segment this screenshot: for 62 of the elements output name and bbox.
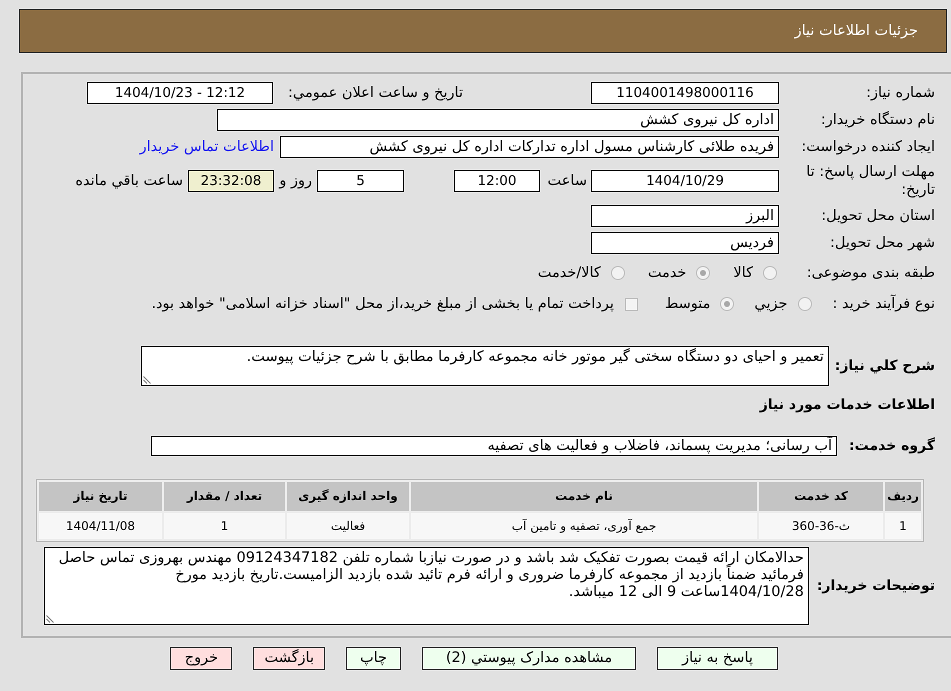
radio-button[interactable] xyxy=(720,297,734,312)
field-label: طبقه بندی موضوعی: xyxy=(806,264,935,282)
exit-button[interactable]: خروج xyxy=(170,647,232,670)
field-label: ایجاد کننده درخواست: xyxy=(800,138,935,156)
buyer-org-field[interactable]: اداره کل نیروی کشش xyxy=(217,109,779,131)
table-cell: 1 xyxy=(164,513,285,540)
buyer-notes-field[interactable]: حدالامکان ارائه قیمت بصورت تفکیک شد باشد و در صورت نیازبا شماره تلفن 09124347182 مهندس بهروزی تماس حاصل فرمائید ضمناً بازدید از مجموعه کارفرما ضروری و ارائه فرم تائید شده بازدید الزامیست.تاریخ بازدید مورخ 1404/10/28ساعت 9 الی 12 میباشد. xyxy=(44,547,809,626)
deadline-date-field[interactable]: 1404/10/29 xyxy=(591,170,779,192)
province-field[interactable]: البرز xyxy=(591,205,779,228)
table-cell: ث-36-360 xyxy=(759,513,883,540)
field-label: ساعت باقي مانده xyxy=(75,172,183,190)
buyer-contact-link[interactable]: اطلاعات تماس خریدار xyxy=(140,138,274,156)
column-header: نام خدمت xyxy=(411,482,757,512)
radio-button[interactable] xyxy=(696,266,710,280)
column-header: واحد اندازه گیری xyxy=(287,482,409,512)
checkbox-label: پرداخت تمام یا بخشی از مبلغ خرید،از محل "اسناد خزانه اسلامی" خواهد بود. xyxy=(151,295,614,314)
radio-button[interactable] xyxy=(763,266,777,280)
table-cell: جمع آوری، تصفیه و تامین آب xyxy=(411,513,757,540)
need-number-field[interactable]: 1104001498000116 xyxy=(591,82,779,104)
option-label: جزيي xyxy=(754,295,788,314)
days-left-field[interactable]: 5 xyxy=(317,170,404,192)
option-label: خدمت xyxy=(648,264,686,282)
table-cell: 1 xyxy=(885,513,921,540)
checkbox[interactable] xyxy=(624,298,638,311)
option-label: کالا xyxy=(733,264,753,282)
field-label: استان محل تحویل: xyxy=(820,207,935,226)
section-heading: اطلاعات خدمات مورد نیاز xyxy=(760,397,935,414)
field-label: شماره نیاز: xyxy=(865,84,935,102)
field-label: ساعت xyxy=(546,172,588,190)
field-label: گروه خدمت: xyxy=(849,438,935,455)
city-field[interactable]: فردیس xyxy=(591,232,779,254)
time-left-field[interactable]: 23:32:08 xyxy=(188,170,274,192)
resize-grip-icon[interactable] xyxy=(142,376,151,384)
radio-button[interactable] xyxy=(610,266,625,280)
field-label: نوع فرآیند خرید : xyxy=(832,295,935,314)
service-group-field[interactable]: آب رسانی؛ مدیریت پسماند، فاضلاب و فعالیت های تصفیه xyxy=(151,436,838,456)
option-label: متوسط xyxy=(664,295,710,314)
option-label: کالا/خدمت xyxy=(538,264,601,282)
table-cell: 1404/11/08 xyxy=(39,513,162,540)
description-field[interactable]: تعمیر و احیای دو دستگاه سختی گیر موتور خانه مجموعه کارفرما مطابق با شرح جزئیات پیوست. xyxy=(140,346,829,386)
column-header: ردیف xyxy=(885,482,921,512)
back-button[interactable]: بازگشت xyxy=(253,647,325,670)
column-header: تاریخ نیاز xyxy=(39,482,162,512)
column-header: تعداد / مقدار xyxy=(164,482,285,512)
column-header: کد خدمت xyxy=(759,482,883,512)
print-button[interactable]: چاپ xyxy=(346,647,401,670)
resize-grip-icon[interactable] xyxy=(46,615,54,624)
reply-button[interactable]: پاسخ به نیاز xyxy=(657,647,778,670)
requester-field[interactable]: فریده طلائی کارشناس مسول اداره تدارکات اداره کل نیروی کشش xyxy=(280,136,779,158)
field-label: تاریخ و ساعت اعلان عمومي: xyxy=(287,84,463,102)
radio-button[interactable] xyxy=(798,297,812,312)
table-cell: فعالیت xyxy=(287,513,409,540)
field-label: شرح کلي نیاز: xyxy=(834,358,935,375)
field-label: توضیحات خریدار: xyxy=(816,578,935,595)
field-label: شهر محل تحویل: xyxy=(829,234,935,252)
page-title: جزئیات اطلاعات نیاز xyxy=(794,22,918,40)
announce-date-field[interactable]: 1404/10/23 - 12:12 xyxy=(87,82,273,104)
attachments-button[interactable]: مشاهده مدارک پیوستي (2) xyxy=(422,647,636,670)
field-label: مهلت ارسال پاسخ: تا تاریخ: xyxy=(805,163,935,200)
deadline-time-field[interactable]: 12:00 xyxy=(454,170,540,192)
field-label: روز و xyxy=(278,172,313,190)
field-label: نام دستگاه خریدار: xyxy=(820,110,935,130)
